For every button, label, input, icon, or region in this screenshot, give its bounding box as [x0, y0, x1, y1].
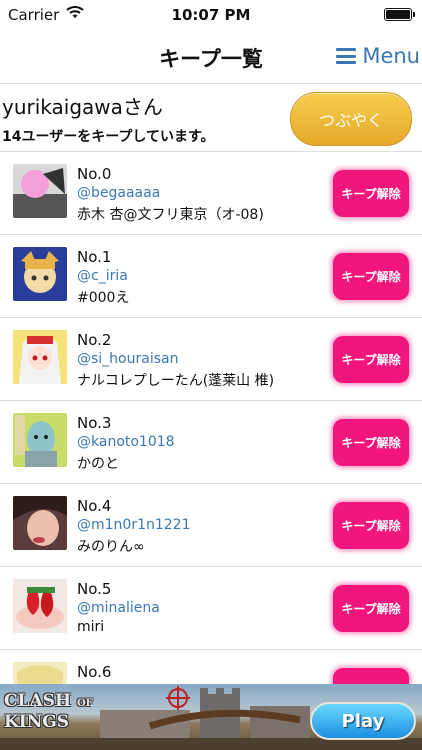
ad-logo-line1: CLASH — [4, 691, 72, 711]
ad-logo-of: OF — [76, 698, 93, 709]
user-display-name: かのと — [77, 456, 119, 472]
ad-logo-line2: KINGS — [4, 712, 70, 732]
list-item[interactable]: No.2 @si_houraisan ナルコレプしーたん(蓬莱山 椎) キープ解… — [0, 318, 422, 401]
menu-label: Menu — [362, 44, 420, 68]
unkeep-button[interactable]: キープ解除 — [333, 585, 409, 632]
user-number: No.3 — [77, 414, 112, 432]
ad-play-button[interactable]: Play — [310, 702, 416, 740]
unkeep-button[interactable]: キープ解除 — [333, 170, 409, 217]
user-number: No.4 — [77, 497, 112, 515]
user-display-name: ナルコレプしーたん(蓬莱山 椎) — [77, 373, 275, 389]
user-handle[interactable]: @minaliena — [77, 600, 160, 616]
unkeep-button[interactable]: キープ解除 — [333, 336, 409, 383]
tweet-button[interactable]: つぶやく — [290, 92, 412, 146]
unkeep-button[interactable]: キープ解除 — [333, 253, 409, 300]
avatar — [13, 579, 67, 633]
navigation-bar: キープ一覧 Menu — [0, 30, 422, 84]
user-number: No.1 — [77, 248, 112, 266]
user-number: No.0 — [77, 165, 112, 183]
list-item[interactable]: No.4 @m1n0r1n1221 みのりん∞ キープ解除 — [0, 484, 422, 567]
user-handle[interactable]: @kanoto1018 — [77, 434, 175, 450]
battery-icon — [384, 8, 415, 21]
unkeep-button[interactable]: キープ解除 — [333, 419, 409, 466]
list-item[interactable]: No.6 キープ解除 — [0, 650, 422, 684]
avatar — [13, 330, 67, 384]
clock-time: 10:07 PM — [171, 6, 251, 24]
user-display-name: みのりん∞ — [77, 539, 145, 555]
list-item[interactable]: No.1 @c_iria #000え キープ解除 — [0, 235, 422, 318]
avatar — [13, 496, 67, 550]
list-item[interactable]: No.5 @minaliena miri キープ解除 — [0, 567, 422, 650]
kept-count-text: 14ユーザーをキープしています。 — [2, 129, 215, 145]
kept-user-list[interactable]: No.0 @begaaaaa 赤木 杏@文フリ東京（オ-08) キープ解除 No… — [0, 152, 422, 684]
avatar — [13, 164, 67, 218]
list-item[interactable]: No.0 @begaaaaa 赤木 杏@文フリ東京（オ-08) キープ解除 — [0, 152, 422, 235]
current-username: yurikaigawaさん — [2, 95, 163, 119]
user-display-name: #000え — [77, 290, 130, 306]
avatar — [13, 662, 67, 684]
menu-button[interactable]: Menu — [336, 44, 420, 68]
user-display-name: 赤木 杏@文フリ東京（オ-08) — [77, 207, 264, 223]
ad-logo: CLASH OF KINGS — [4, 692, 93, 732]
user-handle[interactable]: @begaaaaa — [77, 185, 160, 201]
user-display-name: miri — [77, 619, 105, 635]
user-number: No.5 — [77, 580, 112, 598]
unkeep-button[interactable]: キープ解除 — [333, 668, 409, 684]
user-handle[interactable]: @si_houraisan — [77, 351, 178, 367]
user-number: No.2 — [77, 331, 112, 349]
list-item[interactable]: No.3 @kanoto1018 かのと キープ解除 — [0, 401, 422, 484]
user-handle[interactable]: @c_iria — [77, 268, 128, 284]
hamburger-icon — [336, 48, 357, 64]
profile-header: yurikaigawaさん 14ユーザーをキープしています。 つぶやく — [0, 86, 422, 152]
ad-banner[interactable]: CLASH OF KINGS Play — [0, 684, 422, 750]
unkeep-button[interactable]: キープ解除 — [333, 502, 409, 549]
avatar — [13, 247, 67, 301]
user-handle[interactable]: @m1n0r1n1221 — [77, 517, 191, 533]
user-number: No.6 — [77, 663, 112, 681]
status-bar: Carrier 10:07 PM — [0, 0, 422, 30]
avatar — [13, 413, 67, 467]
